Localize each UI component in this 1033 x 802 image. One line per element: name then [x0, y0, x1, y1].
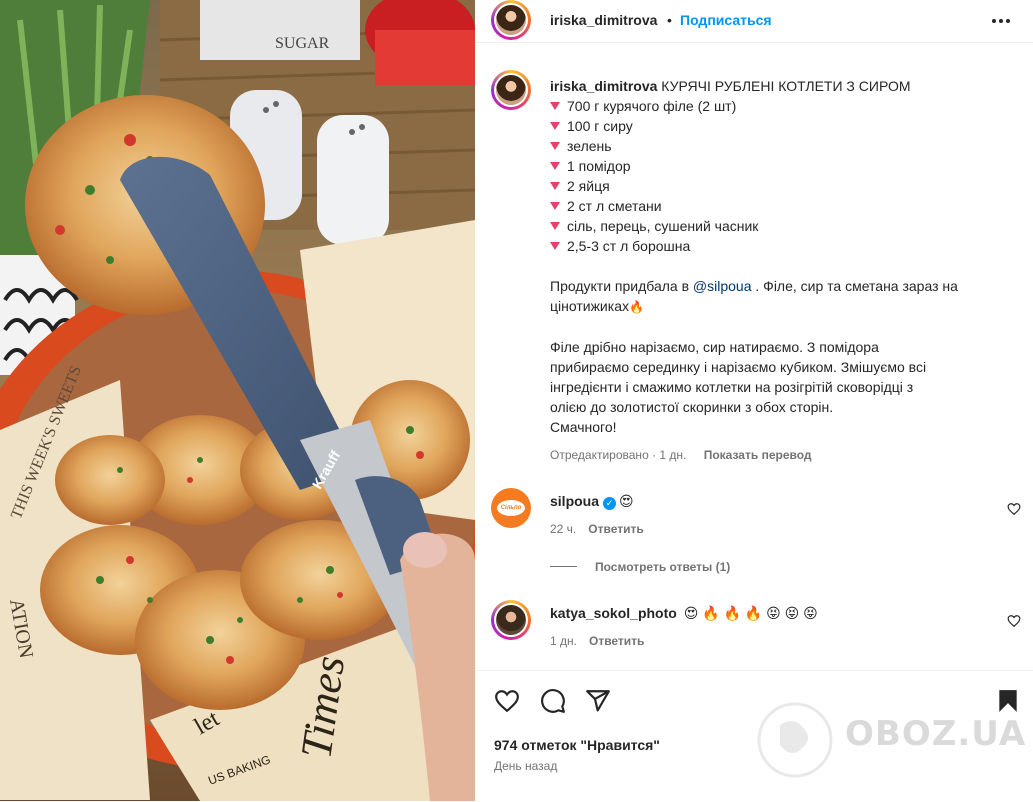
reply-button[interactable]: Ответить [588, 522, 643, 536]
comment-age: 22 ч. [550, 522, 577, 536]
caption-avatar[interactable] [491, 70, 531, 110]
comment-text: 😍 [619, 493, 634, 509]
caption-meta: Отредактировано · 1 дн. Показать перевод [550, 448, 812, 462]
comment-username[interactable]: katya_sokol_photo [550, 605, 677, 621]
likes-count[interactable]: 974 отметок "Нравится" [494, 737, 660, 753]
ingredient-item: зелень [550, 136, 1015, 156]
comment-item: katya_sokol_photo 😍 🔥 🔥 🔥 😝 😝 😝 1 дн. Отв… [475, 600, 1033, 660]
follow-button[interactable]: Подписаться [680, 12, 772, 28]
fire-emoji-icon: 🔥 [628, 300, 644, 314]
triangle-bullet-icon [550, 122, 560, 130]
commenter-avatar[interactable] [491, 600, 531, 640]
photo-illustration: SUGAR THIS WEEK'S SWEETS ATION Times let… [0, 0, 475, 801]
comment-text: 😍 🔥 🔥 🔥 😝 😝 😝 [683, 605, 818, 621]
ingredient-item: сіль, перець, сушений часник [550, 216, 1015, 236]
like-comment-icon[interactable] [1007, 502, 1021, 516]
ingredient-item: 2 ст л сметани [550, 196, 1015, 216]
header-separator: • [667, 12, 672, 28]
triangle-bullet-icon [550, 142, 560, 150]
triangle-bullet-icon [550, 202, 560, 210]
triangle-bullet-icon [550, 242, 560, 250]
post-photo[interactable]: SUGAR THIS WEEK'S SWEETS ATION Times let… [0, 0, 475, 801]
caption-paragraph-2: Філе дрібно нарізаємо, сир натираємо. З … [550, 339, 879, 355]
post-header: iriska_dimitrova • Подписаться [475, 0, 1033, 43]
share-send-icon[interactable] [585, 688, 611, 714]
edited-timestamp: Отредактировано · 1 дн. [550, 448, 687, 462]
silpo-avatar[interactable]: Сільпо [491, 488, 531, 528]
show-translation-button[interactable]: Показать перевод [704, 448, 812, 462]
post-details-panel: iriska_dimitrova • Подписаться iriska_di… [475, 0, 1033, 801]
ingredient-item: 700 г курячого філе (2 шт) [550, 96, 1015, 116]
like-comment-icon[interactable] [1007, 614, 1021, 628]
comment-bubble-icon[interactable] [540, 688, 566, 714]
comment-item: Сільпо silpoua ✓ 😍 22 ч. Ответить [475, 488, 1033, 548]
like-heart-icon[interactable] [494, 688, 520, 714]
author-avatar[interactable] [491, 0, 531, 40]
verified-badge-icon: ✓ [603, 497, 617, 510]
silpo-logo: Сільпо [497, 500, 525, 516]
comment-age: 1 дн. [550, 634, 577, 648]
caption-paragraph-1: Продукти придбала в @silpoua . Філе, сир… [550, 278, 958, 294]
triangle-bullet-icon [550, 182, 560, 190]
ingredient-item: 1 помідор [550, 156, 1015, 176]
triangle-bullet-icon [550, 102, 560, 110]
caption-title: КУРЯЧІ РУБЛЕНІ КОТЛЕТИ З СИРОМ [661, 78, 911, 94]
post-timestamp: День назад [494, 759, 558, 773]
caption-username[interactable]: iriska_dimitrova [550, 78, 657, 94]
ingredient-item: 2,5-3 ст л борошна [550, 236, 1015, 256]
more-horizontal-icon[interactable] [991, 12, 1011, 30]
mention-link[interactable]: @silpoua [693, 278, 752, 294]
triangle-bullet-icon [550, 162, 560, 170]
author-username[interactable]: iriska_dimitrova [550, 12, 657, 28]
ingredient-item: 100 г сиру [550, 116, 1015, 136]
post-caption: iriska_dimitrova КУРЯЧІ РУБЛЕНІ КОТЛЕТИ … [550, 76, 1015, 437]
jar-label: SUGAR [275, 35, 330, 52]
ingredient-item: 2 яйця [550, 176, 1015, 196]
watermark-text: OBOZ.UA [845, 714, 1027, 754]
replies-divider [550, 566, 577, 567]
triangle-bullet-icon [550, 222, 560, 230]
reply-button[interactable]: Ответить [589, 634, 644, 648]
comment-username[interactable]: silpoua [550, 493, 599, 509]
view-replies-button[interactable]: Посмотреть ответы (1) [550, 560, 730, 574]
